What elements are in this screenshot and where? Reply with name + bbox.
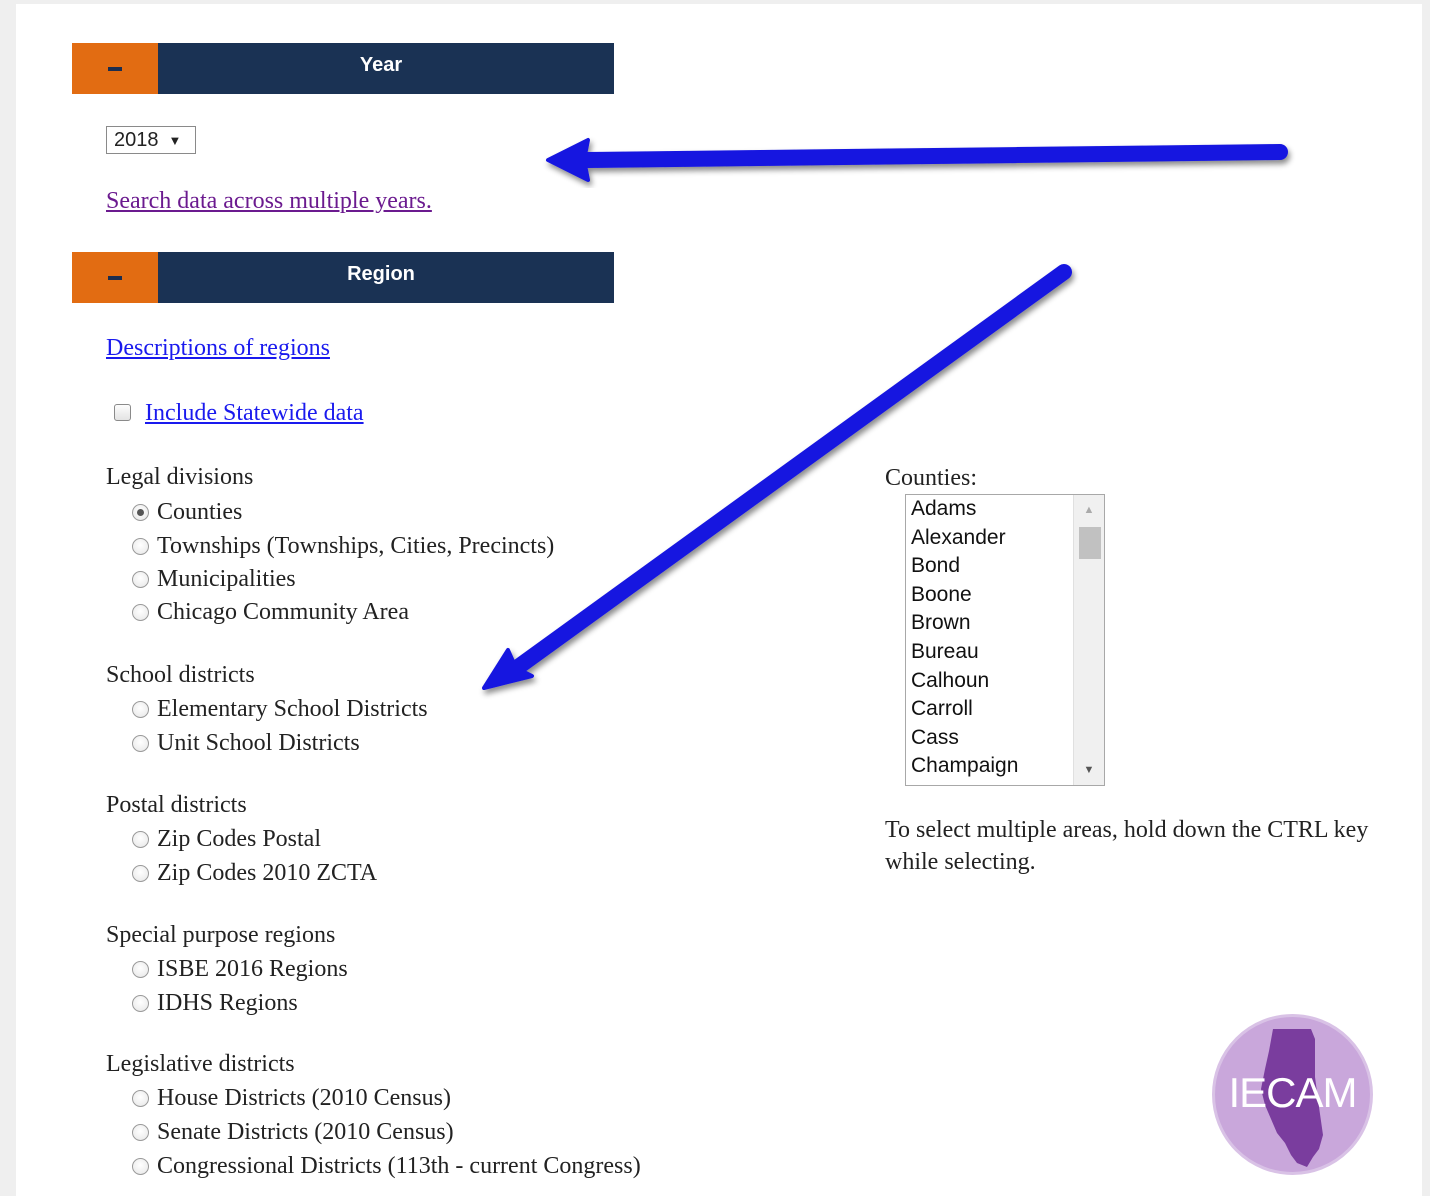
region-collapse-button[interactable] [72, 252, 158, 303]
statewide-checkbox[interactable] [114, 404, 131, 421]
year-select-value: 2018 [114, 128, 159, 151]
radio-button[interactable] [132, 865, 149, 882]
year-panel-title: Year [158, 43, 614, 94]
radio-button[interactable] [132, 831, 149, 848]
option-label: ISBE 2016 Regions [157, 956, 348, 982]
region-panel-header: Region [72, 252, 614, 303]
statewide-data-link[interactable]: Include Statewide data [145, 400, 364, 427]
radio-button[interactable] [132, 701, 149, 718]
radio-button[interactable] [132, 504, 149, 521]
county-option[interactable]: Alexander [911, 524, 1018, 553]
group-label-school-districts: School districts [106, 662, 255, 688]
radio-municipalities[interactable]: Municipalities [132, 566, 296, 593]
radio-zip-codes-postal[interactable]: Zip Codes Postal [132, 826, 321, 853]
radio-button[interactable] [132, 1124, 149, 1141]
option-label: Elementary School Districts [157, 696, 428, 722]
county-option[interactable]: Boone [911, 581, 1018, 610]
region-descriptions-link[interactable]: Descriptions of regions [106, 335, 330, 362]
option-label: Senate Districts (2010 Census) [157, 1119, 454, 1145]
multi-year-search-link[interactable]: Search data across multiple years. [106, 188, 432, 215]
counties-list: Adams Alexander Bond Boone Brown Bureau … [911, 495, 1018, 781]
year-collapse-button[interactable] [72, 43, 158, 94]
option-label: Unit School Districts [157, 730, 360, 756]
region-panel-title: Region [158, 252, 614, 303]
county-option[interactable]: Champaign [911, 752, 1018, 781]
option-label: Congressional Districts (113th - current… [157, 1153, 641, 1179]
year-panel-header: Year [72, 43, 614, 94]
counties-label: Counties: [885, 465, 978, 491]
radio-zip-codes-zcta[interactable]: Zip Codes 2010 ZCTA [132, 860, 377, 887]
scroll-down-icon[interactable]: ▼ [1074, 757, 1104, 783]
radio-unit-school-districts[interactable]: Unit School Districts [132, 730, 360, 757]
county-option[interactable]: Adams [911, 495, 1018, 524]
group-label-legislative-districts: Legislative districts [106, 1051, 295, 1077]
radio-button[interactable] [132, 735, 149, 752]
group-label-special-purpose: Special purpose regions [106, 922, 336, 948]
radio-button[interactable] [132, 995, 149, 1012]
radio-counties[interactable]: Counties [132, 499, 242, 526]
multi-select-hint: To select multiple areas, hold down the … [885, 817, 1369, 875]
minus-icon [108, 275, 122, 280]
radio-house-districts[interactable]: House Districts (2010 Census) [132, 1085, 451, 1112]
scroll-up-icon[interactable]: ▲ [1074, 497, 1104, 523]
county-option[interactable]: Bureau [911, 638, 1018, 667]
county-option[interactable]: Carroll [911, 695, 1018, 724]
radio-congressional-districts[interactable]: Congressional Districts (113th - current… [132, 1153, 641, 1180]
minus-icon [108, 66, 122, 71]
radio-button[interactable] [132, 571, 149, 588]
caret-down-icon: ▼ [168, 132, 182, 148]
radio-townships[interactable]: Townships (Townships, Cities, Precincts) [132, 533, 554, 560]
group-label-legal-divisions: Legal divisions [106, 464, 254, 490]
option-label: Counties [157, 499, 243, 525]
option-label: IDHS Regions [157, 990, 298, 1016]
iecam-logo: IECAM [1212, 1014, 1373, 1175]
radio-button[interactable] [132, 1158, 149, 1175]
counties-listbox[interactable]: Adams Alexander Bond Boone Brown Bureau … [905, 494, 1105, 786]
county-option[interactable]: Calhoun [911, 667, 1018, 696]
option-label: Municipalities [157, 566, 296, 592]
county-option[interactable]: Brown [911, 609, 1018, 638]
option-label: Chicago Community Area [157, 599, 409, 625]
radio-idhs-regions[interactable]: IDHS Regions [132, 990, 298, 1017]
option-label: Zip Codes Postal [157, 826, 322, 852]
scrollbar-thumb[interactable] [1079, 527, 1101, 559]
group-label-postal-districts: Postal districts [106, 792, 247, 818]
radio-senate-districts[interactable]: Senate Districts (2010 Census) [132, 1119, 454, 1146]
option-label: Zip Codes 2010 ZCTA [157, 860, 378, 886]
option-label: Townships (Townships, Cities, Precincts) [157, 533, 555, 559]
radio-isbe-regions[interactable]: ISBE 2016 Regions [132, 956, 348, 983]
option-label: House Districts (2010 Census) [157, 1085, 451, 1111]
listbox-scrollbar[interactable]: ▲ ▼ [1073, 495, 1104, 785]
radio-button[interactable] [132, 961, 149, 978]
radio-button[interactable] [132, 538, 149, 555]
logo-text: IECAM [1228, 1069, 1357, 1116]
radio-button[interactable] [132, 604, 149, 621]
radio-button[interactable] [132, 1090, 149, 1107]
county-option[interactable]: Cass [911, 724, 1018, 753]
radio-elementary-school-districts[interactable]: Elementary School Districts [132, 696, 428, 723]
year-select[interactable]: 2018 ▼ [106, 126, 196, 154]
county-option[interactable]: Bond [911, 552, 1018, 581]
radio-chicago-community-area[interactable]: Chicago Community Area [132, 599, 409, 626]
